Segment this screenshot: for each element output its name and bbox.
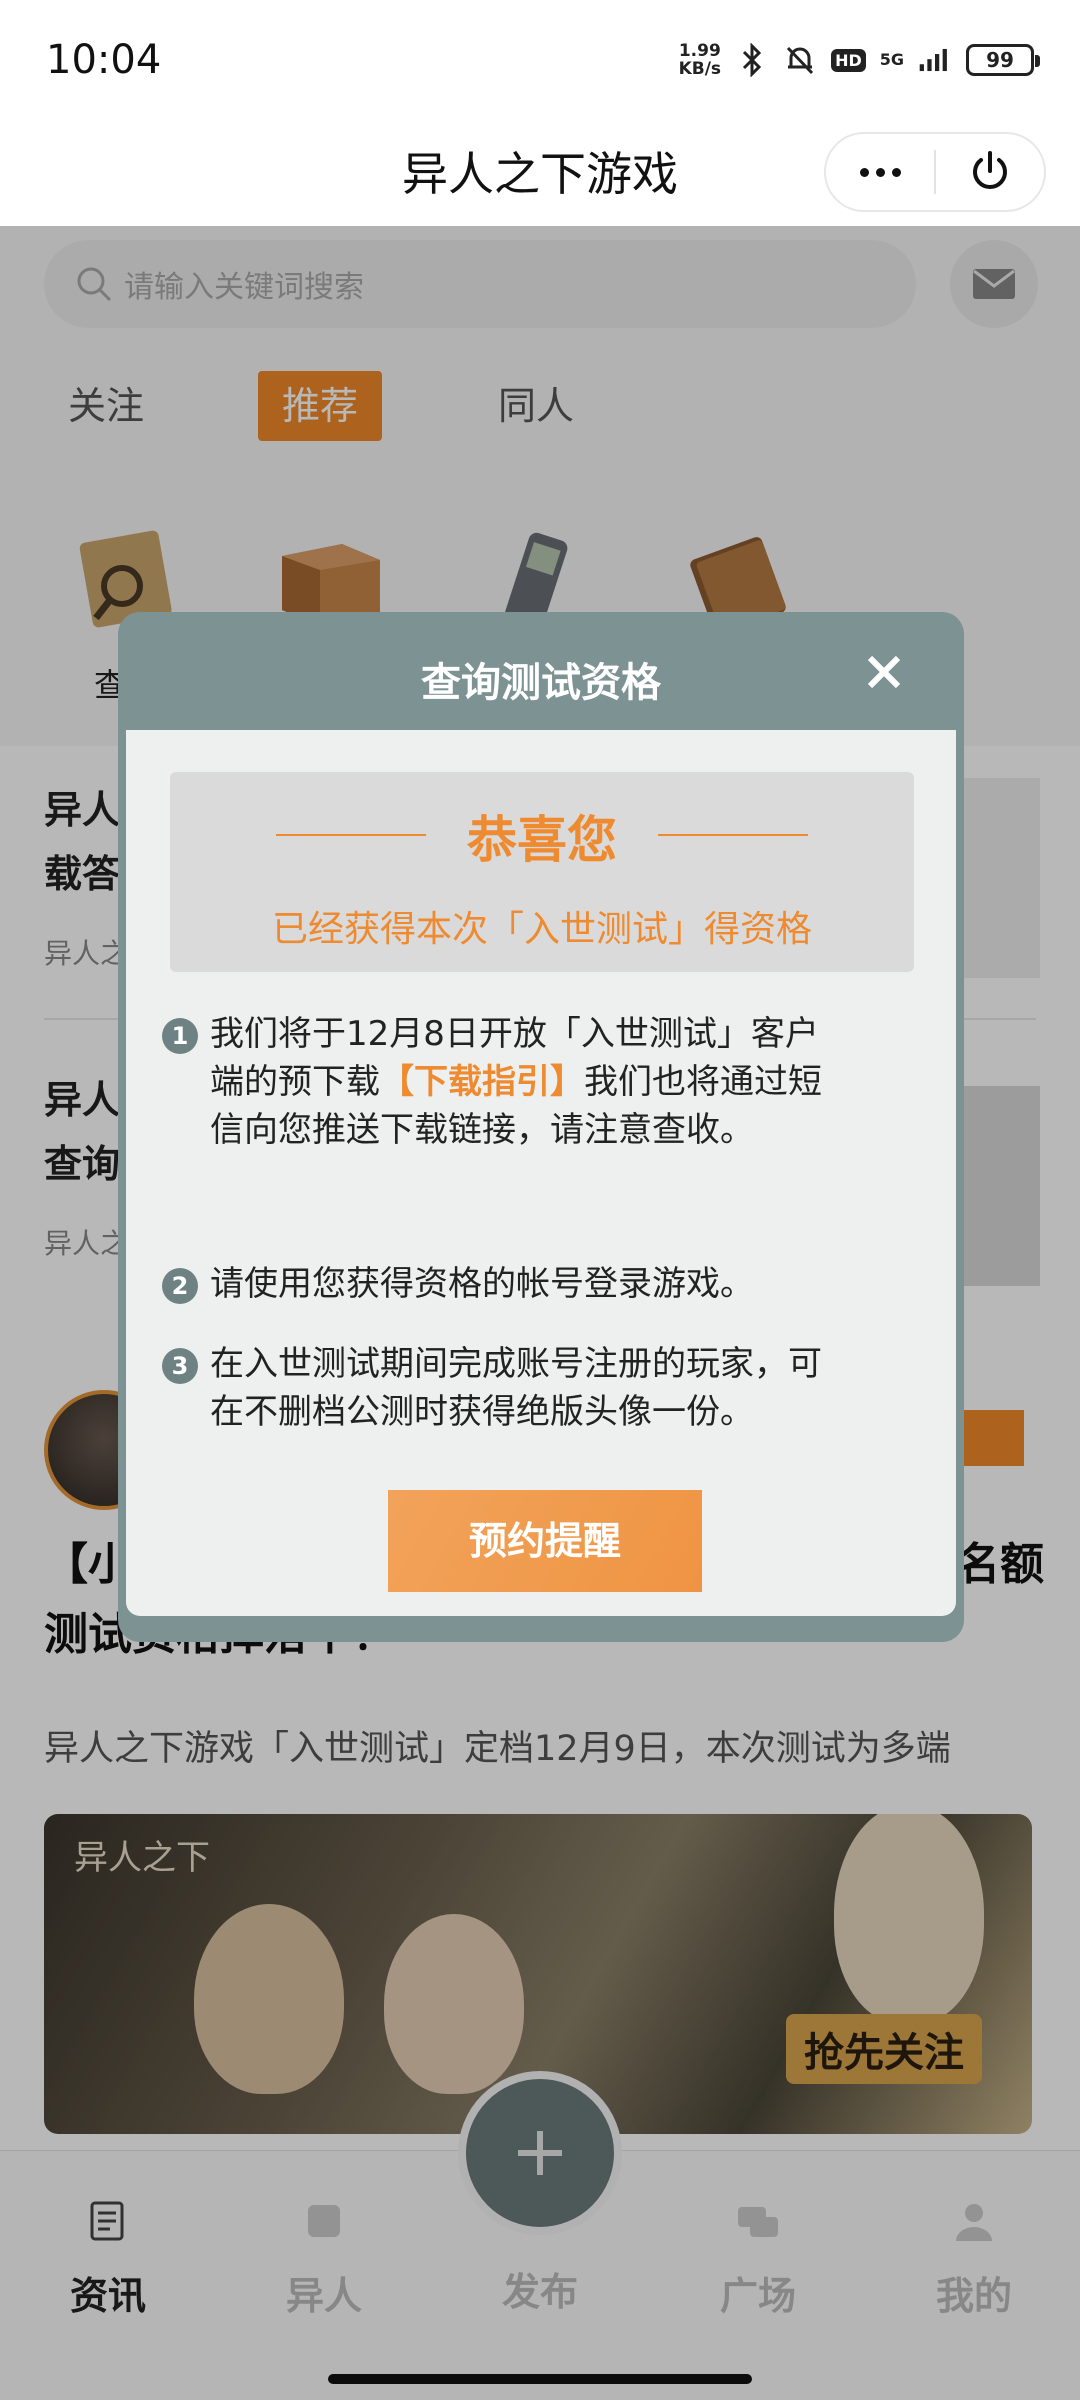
- info-item-3-text: 在入世测试期间完成账号注册的玩家，可在不删档公测时获得绝版头像一份。: [210, 1344, 822, 1432]
- net-speed-unit: KB/s: [678, 59, 722, 79]
- congrats-banner: 恭喜您 已经获得本次「入世测试」得资格: [170, 772, 914, 972]
- modal-title: 查询测试资格: [421, 660, 661, 706]
- status-icons: 1.99 KB/s HD 5G 99: [679, 42, 1040, 78]
- qualification-modal: 查询测试资格 恭喜您 已经获得本次「入世测试」得资格 1 我们将于12月8日开放…: [118, 612, 964, 1642]
- signal-5g: 5G: [880, 52, 904, 68]
- status-bar: 10:04 1.99 KB/s HD 5G 99: [0, 0, 1080, 120]
- info-item-2: 2 请使用您获得资格的帐号登录游戏。: [162, 1260, 850, 1308]
- power-icon: [973, 151, 1007, 189]
- signal-label: 5G: [879, 50, 904, 69]
- congrats-title: 恭喜您: [467, 811, 617, 869]
- more-button[interactable]: [826, 134, 934, 210]
- modal-header: 查询测试资格: [126, 612, 956, 730]
- battery-indicator: 99: [966, 44, 1040, 76]
- item-number: 2: [162, 1268, 198, 1304]
- net-speed: 1.99 KB/s: [679, 42, 721, 78]
- status-time: 10:04: [46, 37, 162, 83]
- bluetooth-icon: [735, 43, 769, 77]
- close-icon[interactable]: [864, 652, 904, 692]
- info-item-1: 1 我们将于12月8日开放「入世测试」客户端的预下载【下载指引】我们也将通过短信…: [162, 1010, 850, 1154]
- congrats-line-right: [658, 834, 808, 836]
- mute-bell-icon: [783, 43, 817, 77]
- congrats-subtitle: 已经获得本次「入世测试」得资格: [271, 909, 812, 950]
- exit-button[interactable]: [936, 134, 1044, 210]
- net-speed-value: 1.99: [678, 41, 721, 61]
- info-item-2-text: 请使用您获得资格的帐号登录游戏。: [210, 1264, 754, 1304]
- miniapp-capsule: [824, 132, 1046, 212]
- battery-level: 99: [986, 48, 1014, 72]
- item-number: 1: [162, 1018, 198, 1054]
- more-dots-icon: [859, 167, 901, 177]
- reminder-button[interactable]: 预约提醒: [388, 1490, 702, 1592]
- app-title-bar: 异人之下游戏: [0, 120, 1080, 226]
- hd-badge: HD: [831, 48, 866, 72]
- modal-body: 恭喜您 已经获得本次「入世测试」得资格 1 我们将于12月8日开放「入世测试」客…: [126, 730, 956, 1616]
- info-item-3: 3 在入世测试期间完成账号注册的玩家，可在不删档公测时获得绝版头像一份。: [162, 1340, 850, 1436]
- signal-bars-icon: [918, 43, 952, 77]
- download-guide-link[interactable]: 【下载指引】: [380, 1062, 584, 1102]
- item-number: 3: [162, 1348, 198, 1384]
